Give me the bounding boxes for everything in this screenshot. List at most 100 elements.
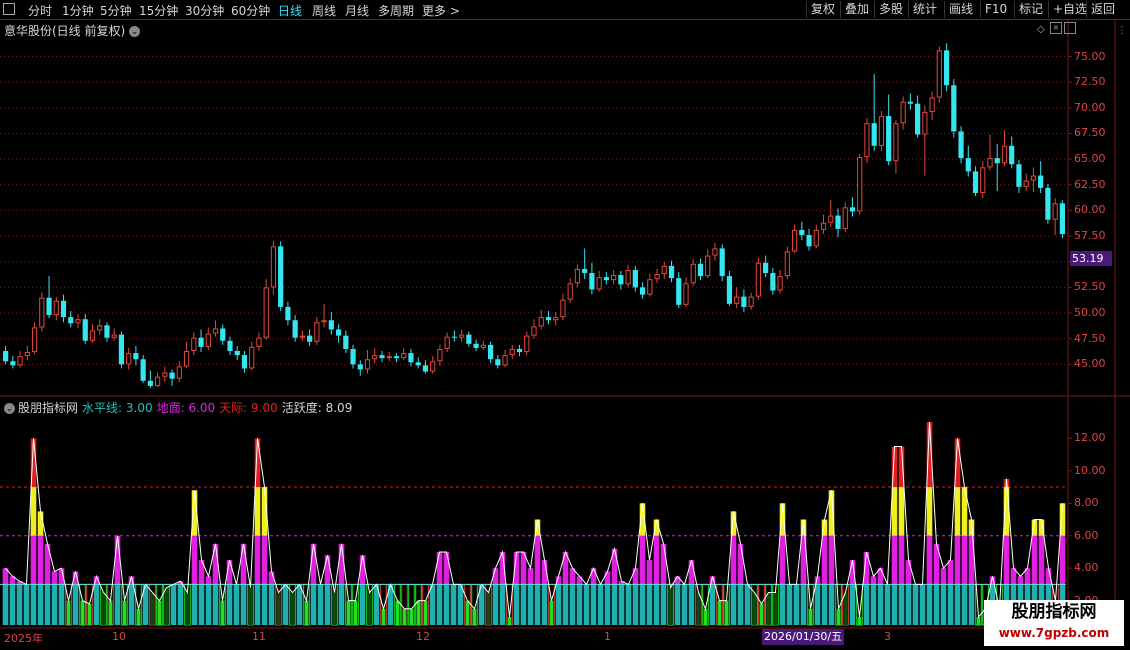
indicator-bar-segment [1038,535,1045,585]
candle-body [900,101,906,124]
indicator-bar-segment [688,560,695,585]
indicator-bar-segment [233,584,240,625]
chart-canvas[interactable] [0,0,1130,650]
indicator-bar [122,600,127,625]
indicator-bar [808,608,813,625]
candle-body [162,372,168,377]
indicator-bar [353,600,358,625]
indicator-bar-segment [744,584,751,625]
indicator-bar [290,592,295,625]
candle-body [1038,175,1044,188]
candle-body [719,248,725,277]
candle-body [256,337,262,347]
stock-title: 意华股份(日线 前复权) [4,24,126,38]
price-tick-label: 75.00 [1074,49,1106,63]
indicator-bar-segment [9,584,16,625]
price-tick-label: 70.00 [1074,100,1106,114]
watermark-url: www.7gpzb.com [998,626,1110,640]
indicator-bar [472,608,477,625]
indicator-bar-segment [534,584,541,625]
indicator-bar-segment [254,535,261,585]
indicator-bar [157,600,162,625]
candle-body [401,353,407,359]
indicator-bar-segment [828,535,835,585]
indicator-bar-segment [898,535,905,585]
price-tick-label: 57.50 [1074,229,1106,243]
candle-body [285,306,291,321]
indicator-bar-segment [191,584,198,625]
indicator-bar-segment [527,584,534,625]
candle-body [227,340,233,352]
candle-body [343,335,349,349]
expand-icon[interactable] [1064,22,1076,34]
candle-body [929,97,935,112]
candle-body [495,359,501,366]
candle-body [654,274,660,280]
indicator-bar-segment [737,584,744,625]
candle-body [437,348,443,362]
candle-body [820,222,827,230]
indicator-bar [80,600,85,625]
candle-body [582,268,588,274]
indicator-bar-segment [569,584,576,625]
indicator-bar-segment [562,584,569,625]
chevron-down-icon[interactable]: ⌄ [4,403,15,414]
indicator-bar-segment [555,584,562,625]
indicator-bar-segment [51,571,58,585]
indicator-bar [402,608,407,625]
indicator-bar-segment [359,584,366,625]
indicator-bar [486,592,491,625]
indicator-bar-segment [849,584,856,625]
indicator-bar-segment [604,571,611,585]
diamond-icon[interactable]: ◇ [1037,24,1045,35]
indicator-bar-segment [919,584,926,625]
candle-body [1059,203,1065,235]
indicator-bar-segment [1059,535,1066,585]
indicator-bar-segment [926,584,933,625]
candle-body [734,296,740,304]
indicator-bar-segment [583,584,590,625]
indicator-bar-segment [646,584,653,625]
price-tick-label: 50.00 [1074,306,1106,320]
price-tick-label: 52.50 [1074,280,1106,294]
chevron-down-icon[interactable]: ⌄ [129,26,141,37]
indicator-bar-segment [709,584,716,625]
watermark-title: 股朋指标网 [1011,602,1097,622]
indicator-bar-segment [961,584,968,625]
indicator-bar-segment [800,584,807,625]
candle-body [183,351,190,367]
indicator-bar [185,592,190,625]
indicator-bar-segment [793,584,800,625]
candle-body [611,275,617,281]
candle-body [1052,203,1058,220]
indicator-bar-segment [16,584,23,625]
candle-body [625,269,631,285]
candlestick-series [3,43,1065,388]
indicator-bar [696,592,701,625]
candle-body [726,276,733,304]
candle-body [871,123,877,146]
indicator-bar-segment [177,584,184,625]
indicator-bar-segment [947,584,954,625]
candle-body [784,251,790,277]
indicator-bar-segment [58,584,65,625]
candle-body [212,328,219,334]
indicator-bar [465,600,470,625]
candle-body [53,300,59,316]
indicator-bar [759,603,764,625]
indicator-bar-segment [779,584,786,625]
candle-body [994,158,1000,164]
candle-body [39,297,45,328]
close-icon[interactable]: × [1050,22,1062,34]
indicator-bar [346,600,351,625]
indicator-bar-segment [639,584,646,625]
indicator-bar-segment [646,560,653,585]
price-tick-label: 62.50 [1074,177,1106,191]
candle-body [75,319,81,324]
indicator-bar-segment [254,487,261,536]
indicator-bar [549,600,554,625]
indicator-bar-segment [114,584,121,625]
candle-body [46,297,52,316]
indicator-bar-segment [240,584,247,625]
indicator-bar-segment [198,584,205,625]
